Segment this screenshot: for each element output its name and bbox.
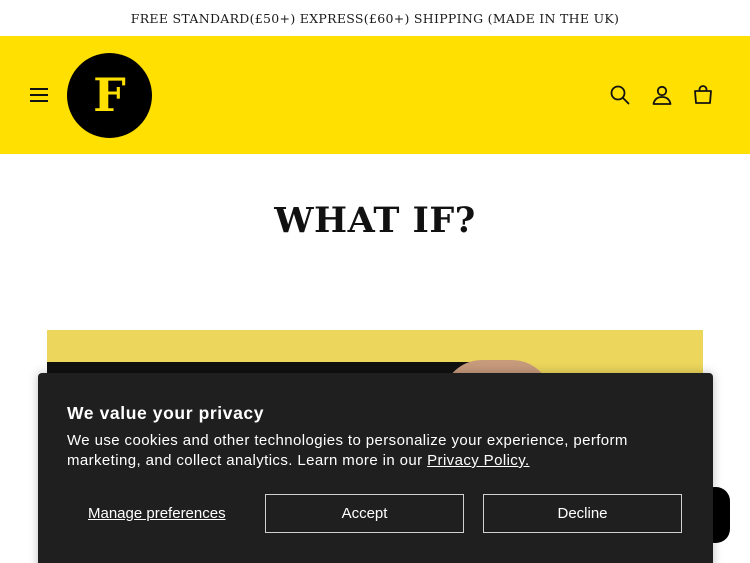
cart-icon[interactable]	[691, 83, 715, 107]
cookie-body-text: We use cookies and other technologies to…	[67, 432, 628, 469]
cookie-body: We use cookies and other technologies to…	[67, 431, 677, 471]
menu-icon[interactable]	[26, 83, 52, 107]
svg-text:F: F	[93, 68, 126, 122]
search-icon[interactable]	[608, 83, 632, 107]
announcement-bar: FREE STANDARD(£50+) EXPRESS(£60+) SHIPPI…	[0, 0, 750, 36]
privacy-policy-link[interactable]: Privacy Policy.	[427, 452, 529, 469]
manage-preferences-link[interactable]: Manage preferences	[88, 505, 226, 522]
announcement-text: FREE STANDARD(£50+) EXPRESS(£60+) SHIPPI…	[130, 10, 620, 26]
cookie-title: We value your privacy	[67, 403, 265, 423]
cookie-banner: We value your privacy We use cookies and…	[38, 373, 713, 563]
account-icon[interactable]	[650, 83, 674, 107]
site-logo[interactable]: F	[67, 53, 152, 138]
accept-button[interactable]: Accept	[265, 494, 464, 533]
site-header: F	[0, 36, 750, 154]
logo-letter-icon: F	[93, 68, 126, 122]
decline-button[interactable]: Decline	[483, 494, 682, 533]
page-title: WHAT IF?	[274, 200, 476, 241]
